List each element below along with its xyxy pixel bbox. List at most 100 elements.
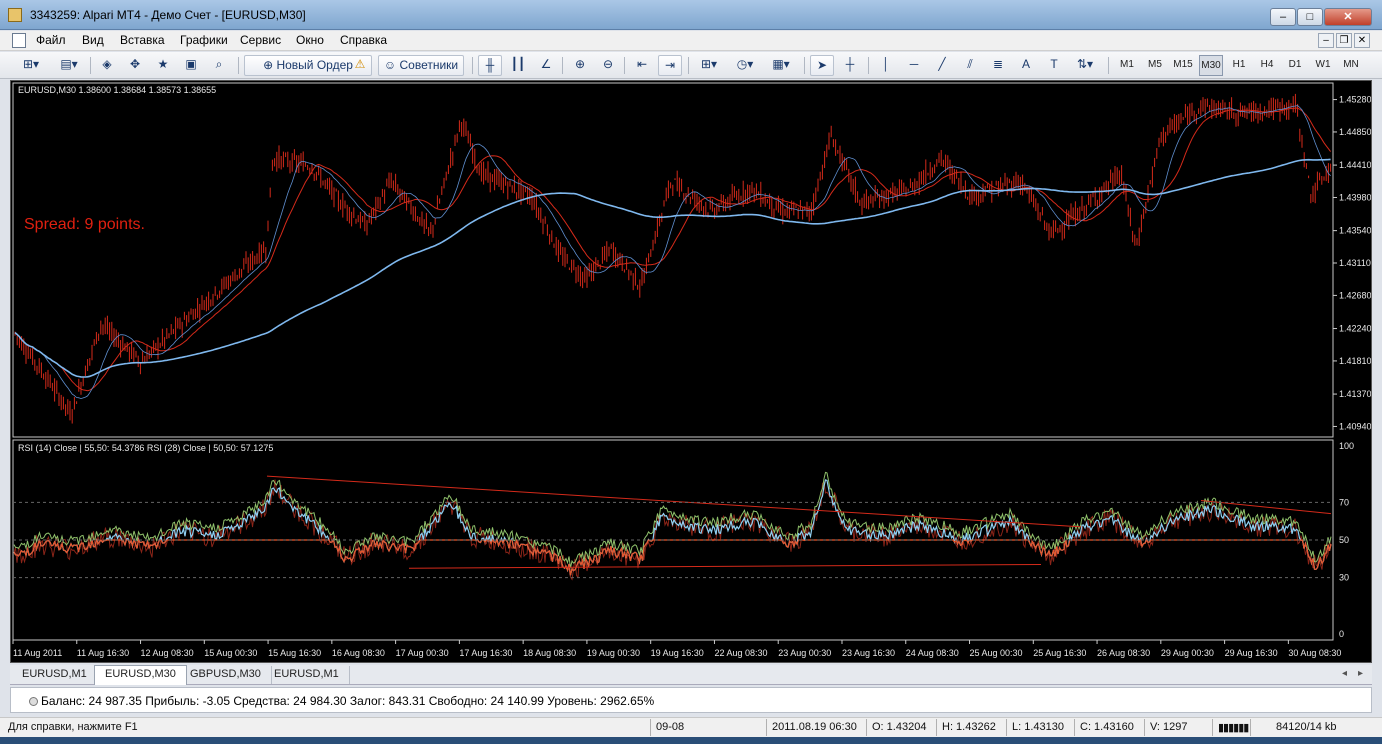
- menu-window[interactable]: Окно: [296, 33, 324, 47]
- status-datetime: 2011.08.19 06:30: [772, 721, 857, 733]
- chart-window[interactable]: EURUSD,M30 1.38600 1.38684 1.38573 1.386…: [10, 80, 1372, 663]
- status-close: C: 1.43160: [1080, 721, 1134, 733]
- periods-icon[interactable]: ◷▾: [730, 55, 760, 76]
- timeframe-d1[interactable]: D1: [1283, 55, 1307, 76]
- tab-eurusd-m1[interactable]: EURUSD,M1: [12, 666, 98, 684]
- menu-view[interactable]: Вид: [82, 33, 104, 47]
- status-profile: 09-08: [656, 721, 685, 733]
- line-chart-icon[interactable]: ∠: [534, 55, 558, 76]
- tab-eurusd-m30[interactable]: EURUSD,M30: [94, 665, 187, 685]
- new-chart-icon[interactable]: ⊞▾: [16, 55, 46, 76]
- timeframe-m1[interactable]: M1: [1115, 55, 1139, 76]
- zoom-out-icon[interactable]: ⊖: [596, 55, 620, 76]
- experts-button[interactable]: ☺ Советники: [378, 55, 464, 76]
- time-tick-label: 23 Aug 16:30: [842, 648, 895, 658]
- menu-charts[interactable]: Графики: [180, 33, 228, 47]
- text-label-icon[interactable]: T: [1042, 55, 1066, 76]
- timeframe-h1[interactable]: H1: [1227, 55, 1251, 76]
- price-tick-label: 1.43110: [1339, 258, 1371, 268]
- arrows-icon[interactable]: ⇅▾: [1070, 55, 1100, 76]
- time-tick-label: 19 Aug 00:30: [587, 648, 640, 658]
- maximize-button[interactable]: □: [1297, 8, 1323, 26]
- zoom-in-icon[interactable]: ⊕: [568, 55, 592, 76]
- rsi-header: RSI (14) Close | 55,50: 54.3786 RSI (28)…: [18, 443, 273, 453]
- experts-icon: ☺: [383, 58, 397, 72]
- tab-scroll-right-icon[interactable]: ▸: [1358, 668, 1363, 679]
- rsi28-line-green: [13, 471, 1332, 568]
- vertical-line-icon[interactable]: │: [874, 55, 898, 76]
- candlestick-icon[interactable]: ┃┃: [506, 55, 530, 76]
- price-tick-label: 1.42240: [1339, 324, 1371, 334]
- moving-average-mid: [14, 105, 1331, 400]
- indicators-icon[interactable]: ⊞▾: [694, 55, 724, 76]
- status-volume: V: 1297: [1150, 721, 1188, 733]
- auto-scroll-icon[interactable]: ⇤: [630, 55, 654, 76]
- minimize-button[interactable]: –: [1270, 8, 1296, 26]
- navigator-icon[interactable]: ★: [152, 55, 174, 76]
- time-tick-label: 25 Aug 00:30: [970, 648, 1023, 658]
- document-icon[interactable]: [12, 33, 26, 48]
- new-order-label: Новый Ордер: [276, 58, 353, 72]
- channel-icon[interactable]: ⫽: [958, 55, 982, 76]
- account-icon: [29, 697, 38, 706]
- tab-gbpusd-m30[interactable]: GBPUSD,M30: [180, 666, 272, 684]
- menu-help[interactable]: Справка: [340, 33, 387, 47]
- taskbar: [0, 737, 1382, 744]
- menu-tools[interactable]: Сервис: [240, 33, 281, 47]
- chart-canvas[interactable]: EURUSD,M30 1.38600 1.38684 1.38573 1.386…: [11, 81, 1372, 662]
- price-tick-label: 1.43980: [1339, 192, 1371, 202]
- time-tick-label: 22 Aug 08:30: [714, 648, 767, 658]
- templates-icon[interactable]: ▦▾: [766, 55, 796, 76]
- time-tick-label: 17 Aug 00:30: [396, 648, 449, 658]
- tab-scroll-left-icon[interactable]: ◂: [1342, 668, 1347, 679]
- profiles-icon[interactable]: ▤▾: [54, 55, 84, 76]
- status-traffic: 84120/14 kb: [1276, 721, 1337, 733]
- bar-chart-icon[interactable]: ╫: [478, 55, 502, 76]
- chart-shift-icon[interactable]: ⇥: [658, 55, 682, 76]
- toolbar: ⊞▾ ▤▾ ◈ ✥ ★ ▣ ⌕ ⊕ Новый Ордер ⚠ ☺ Советн…: [0, 52, 1382, 79]
- account-balance-line: Баланс: 24 987.35 Прибыль: -3.05 Средств…: [41, 694, 655, 708]
- horizontal-line-icon[interactable]: ─: [902, 55, 926, 76]
- timeframe-m30[interactable]: M30: [1199, 55, 1223, 76]
- strategy-tester-icon[interactable]: ⌕: [208, 55, 230, 76]
- mdi-minimize-button[interactable]: –: [1318, 33, 1334, 48]
- cursor-icon[interactable]: ➤: [810, 55, 834, 76]
- mdi-close-button[interactable]: ✕: [1354, 33, 1370, 48]
- status-low: L: 1.43130: [1012, 721, 1064, 733]
- status-open: O: 1.43204: [872, 721, 927, 733]
- time-tick-label: 23 Aug 00:30: [778, 648, 831, 658]
- menu-file[interactable]: Файл: [36, 33, 66, 47]
- text-icon[interactable]: A: [1014, 55, 1038, 76]
- menu-insert[interactable]: Вставка: [120, 33, 165, 47]
- timeframe-m15[interactable]: M15: [1171, 55, 1195, 76]
- timeframe-mn[interactable]: MN: [1339, 55, 1363, 76]
- connection-bars-icon: ▮▮▮▮▮▮: [1218, 722, 1249, 734]
- time-tick-label: 26 Aug 08:30: [1097, 648, 1150, 658]
- time-tick-label: 12 Aug 08:30: [141, 648, 194, 658]
- data-window-icon[interactable]: ✥: [124, 55, 146, 76]
- timeframe-h4[interactable]: H4: [1255, 55, 1279, 76]
- market-watch-icon[interactable]: ◈: [96, 55, 118, 76]
- chart-header: EURUSD,M30 1.38600 1.38684 1.38573 1.386…: [18, 85, 216, 95]
- mdi-restore-button[interactable]: ❐: [1336, 33, 1352, 48]
- trendline-icon[interactable]: ╱: [930, 55, 954, 76]
- title-bar: 3343259: Alpari MT4 - Демо Счет - [EURUS…: [0, 0, 1382, 30]
- rsi-tick-label: 0: [1339, 629, 1344, 639]
- time-tick-label: 11 Aug 2011: [13, 648, 62, 658]
- terminal-icon[interactable]: ▣: [180, 55, 202, 76]
- time-tick-label: 19 Aug 16:30: [651, 648, 704, 658]
- close-button[interactable]: ✕: [1324, 8, 1372, 26]
- status-bar: Для справки, нажмите F1 09-08 2011.08.19…: [0, 717, 1382, 737]
- timeframe-w1[interactable]: W1: [1311, 55, 1335, 76]
- status-high: H: 1.43262: [942, 721, 996, 733]
- price-tick-label: 1.44850: [1339, 127, 1371, 137]
- price-tick-label: 1.45280: [1339, 95, 1371, 105]
- timeframe-m5[interactable]: M5: [1143, 55, 1167, 76]
- tab-eurusd-m1-second[interactable]: EURUSD,M1: [264, 666, 350, 684]
- fibonacci-icon[interactable]: ≣: [986, 55, 1010, 76]
- crosshair-icon[interactable]: ┼: [838, 55, 862, 76]
- time-tick-label: 17 Aug 16:30: [459, 648, 512, 658]
- warning-icon: ⚠: [354, 57, 366, 71]
- time-tick-label: 16 Aug 08:30: [332, 648, 385, 658]
- time-tick-label: 29 Aug 16:30: [1225, 648, 1278, 658]
